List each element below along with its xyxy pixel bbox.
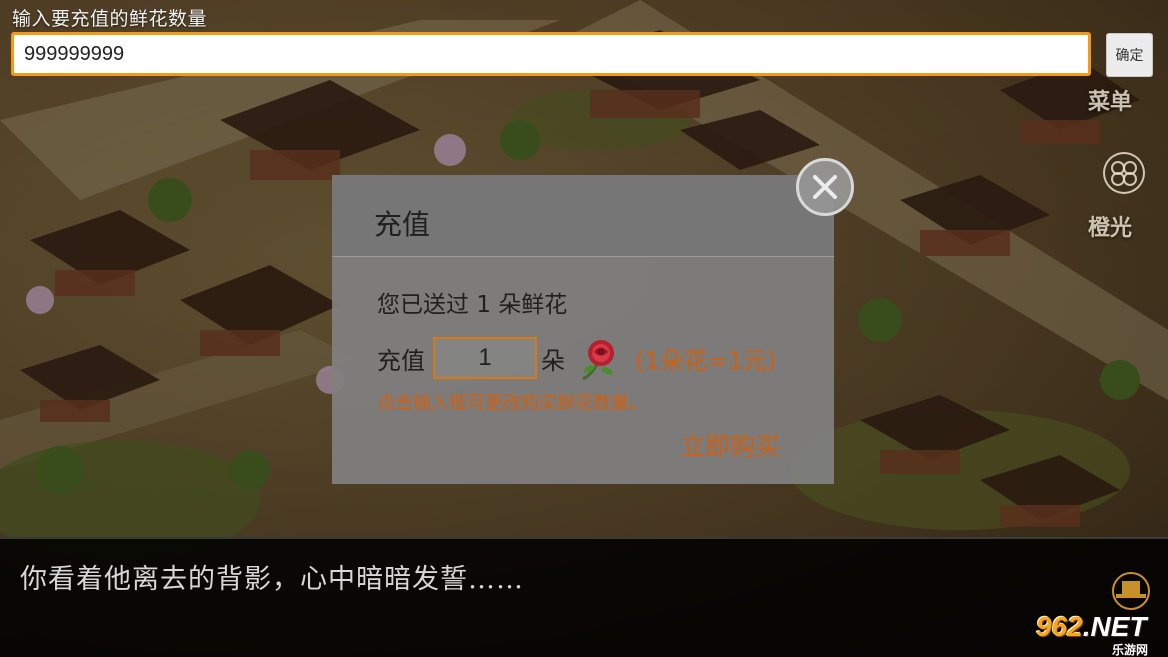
close-icon xyxy=(813,175,837,199)
rose-icon xyxy=(582,340,614,381)
quantity-input-field[interactable]: 999999999 xyxy=(11,32,1091,76)
unit-label: 朵 xyxy=(541,347,565,375)
hat-icon[interactable] xyxy=(1108,571,1154,611)
story-dialog-box[interactable]: 你看着他离去的背影，心中暗暗发誓…… 962.NET 乐游网 xyxy=(0,537,1168,657)
quantity-input-bar: 输入要充值的鲜花数量 999999999 确定 xyxy=(0,0,1168,82)
recharge-dialog: 充值 您已送过 1 朵鲜花 充值 1 朵 (1朵花=1元) 点击输入框可更改购买… xyxy=(332,175,834,484)
recharge-label: 充值 xyxy=(377,347,425,375)
price-note: (1朵花=1元) xyxy=(635,347,777,375)
recharge-row: 充值 1 朵 (1朵花=1元) xyxy=(377,337,817,381)
flower-quantity-input[interactable]: 1 xyxy=(433,337,537,379)
confirm-button[interactable]: 确定 xyxy=(1106,33,1153,77)
orange-light-button[interactable]: 橙光 xyxy=(1075,210,1145,242)
sent-flowers-info: 您已送过 1 朵鲜花 xyxy=(377,285,567,319)
watermark-subtitle: 乐游网 xyxy=(1112,643,1149,657)
sent-count: 1 xyxy=(476,292,491,318)
dialog-header: 充值 xyxy=(332,175,834,257)
buy-now-button[interactable]: 立即购买 xyxy=(680,427,780,463)
sent-prefix: 您已送过 xyxy=(377,292,469,318)
story-text: 你看着他离去的背影，心中暗暗发誓…… xyxy=(20,564,524,595)
watermark-number: 962 xyxy=(1036,611,1083,642)
close-button[interactable] xyxy=(796,158,854,216)
watermark-net: .NET xyxy=(1082,611,1147,642)
sent-suffix: 朵鲜花 xyxy=(498,292,568,318)
dialog-title: 充值 xyxy=(374,208,431,241)
clover-icon[interactable] xyxy=(1103,152,1145,194)
site-watermark: 962.NET 乐游网 xyxy=(1030,611,1164,657)
input-title: 输入要充值的鲜花数量 xyxy=(12,8,208,30)
quantity-hint: 点击输入框可更改购买鲜花数量。 xyxy=(377,393,647,414)
menu-button[interactable]: 菜单 xyxy=(1075,84,1145,116)
watermark-logo: 962.NET xyxy=(1036,611,1147,643)
